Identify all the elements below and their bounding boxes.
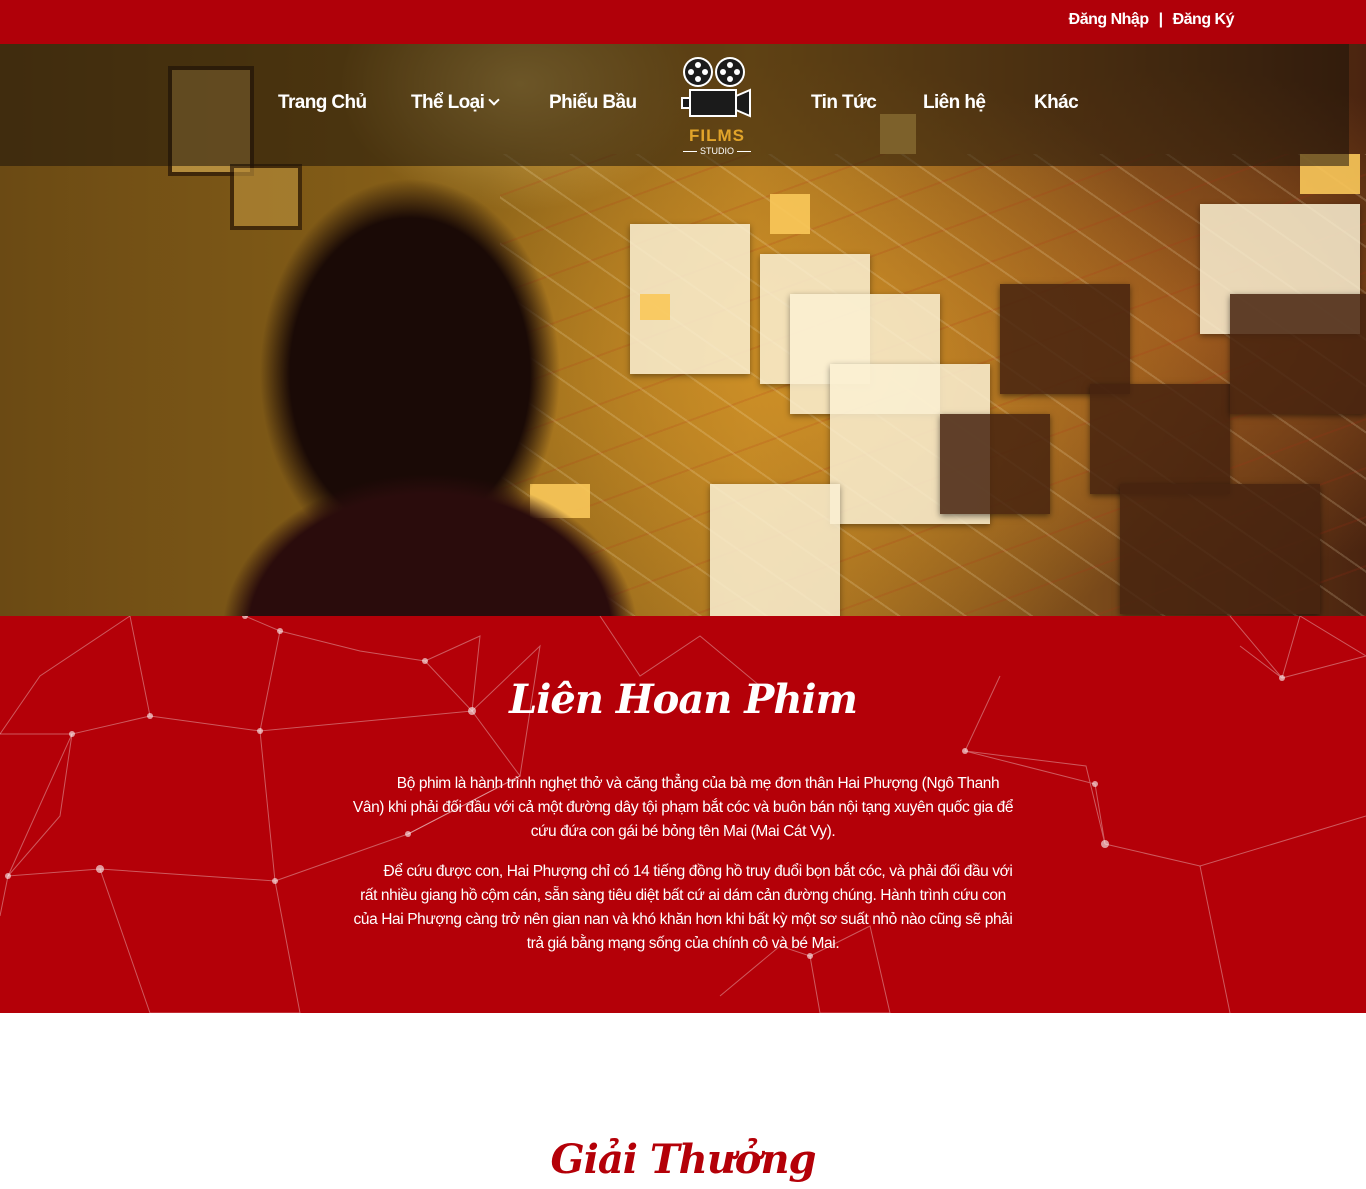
main-nav: Trang Chủ Thể Loại Phiếu Bầu FILMS STUDI… <box>0 44 1349 166</box>
festival-section: Liên Hoan Phim Bộ phim là hành trình ngh… <box>0 616 1366 1013</box>
auth-separator: | <box>1158 11 1163 28</box>
nav-contact[interactable]: Liên hệ <box>923 92 986 114</box>
nav-news[interactable]: Tin Tức <box>811 92 877 114</box>
logo-subtitle: STUDIO <box>678 146 756 156</box>
top-bar: Đăng Nhập | Đăng Ký <box>0 0 1366 44</box>
login-link[interactable]: Đăng Nhập <box>1069 11 1149 29</box>
auth-links: Đăng Nhập | Đăng Ký <box>1069 11 1235 29</box>
awards-title: Giải Thưởng <box>550 1136 816 1183</box>
logo-title: FILMS <box>689 126 745 145</box>
nav-home[interactable]: Trang Chủ <box>278 92 367 114</box>
register-link[interactable]: Đăng Ký <box>1173 11 1235 29</box>
festival-title: Liên Hoan Phim <box>509 676 858 723</box>
site-logo[interactable]: FILMS STUDIO <box>678 52 756 156</box>
festival-paragraph-2: Để cứu được con, Hai Phượng chỉ có 14 ti… <box>353 863 1013 952</box>
nav-vote[interactable]: Phiếu Bầu <box>549 92 637 114</box>
nav-genre[interactable]: Thể Loại <box>411 92 500 114</box>
nav-other[interactable]: Khác <box>1034 92 1079 114</box>
chevron-down-icon <box>488 94 500 106</box>
nav-genre-label: Thể Loại <box>411 92 485 113</box>
festival-paragraph-1: Bộ phim là hành trình nghẹt thở và căng … <box>352 775 1014 840</box>
film-projector-icon <box>681 57 751 118</box>
woman-shoulders <box>180 414 690 616</box>
